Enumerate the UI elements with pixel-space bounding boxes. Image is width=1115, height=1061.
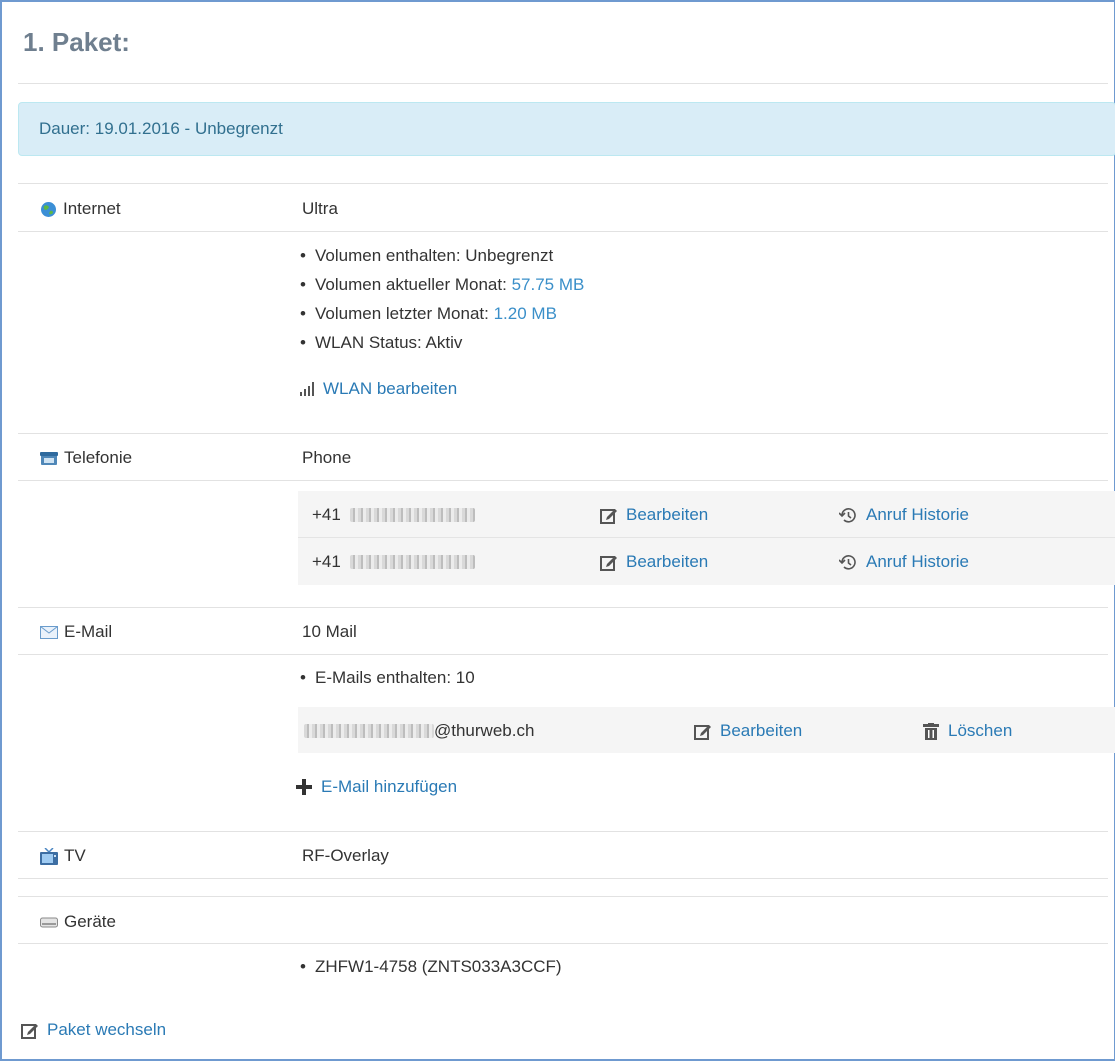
add-email-link[interactable]: E-Mail hinzufügen xyxy=(296,777,457,797)
tv-label: TV xyxy=(40,846,86,866)
globe-icon xyxy=(40,201,57,218)
edit-icon xyxy=(21,1022,38,1039)
list-item: E-Mails enthalten: 10 xyxy=(300,667,475,696)
divider xyxy=(18,231,1108,232)
phone-number: +41 xyxy=(312,505,475,525)
delete-email-button[interactable]: Löschen xyxy=(923,721,1012,741)
telefonie-plan: Phone xyxy=(302,448,352,467)
divider xyxy=(18,480,1108,481)
wlan-edit-link[interactable]: WLAN bearbeiten xyxy=(300,379,457,399)
phone-number: +41 xyxy=(312,552,475,572)
email-accounts-table: @thurweb.ch Bearbeiten Löschen xyxy=(298,707,1115,753)
list-item: Volumen aktueller Monat: 57.75 MB xyxy=(300,274,585,303)
redacted-text xyxy=(349,555,475,569)
geraete-label: Geräte xyxy=(40,912,116,932)
internet-label-text: Internet xyxy=(63,199,121,218)
page-title: 1. Paket: xyxy=(23,27,130,57)
change-package-link[interactable]: Paket wechseln xyxy=(21,1020,166,1040)
divider xyxy=(18,878,1108,879)
volume-last-value: 1.20 MB xyxy=(493,304,557,323)
device-icon xyxy=(40,916,58,928)
envelope-icon xyxy=(40,625,58,639)
edit-icon xyxy=(694,723,711,740)
edit-number-button[interactable]: Bearbeiten xyxy=(600,552,708,572)
device-list: ZHFW1-4758 (ZNTS033A3CCF) xyxy=(300,956,562,985)
table-row: +41 Bearbeiten Anruf Historie xyxy=(298,491,1115,538)
redacted-text xyxy=(304,724,434,738)
phone-numbers-table: +41 Bearbeiten Anruf Historie +41 Bearbe… xyxy=(298,491,1115,585)
edit-email-button[interactable]: Bearbeiten xyxy=(694,721,802,741)
divider xyxy=(18,433,1108,434)
call-history-button[interactable]: Anruf Historie xyxy=(839,552,969,572)
history-icon xyxy=(839,554,857,571)
telefonie-label-text: Telefonie xyxy=(64,448,133,467)
volume-current-value: 57.75 MB xyxy=(511,275,585,294)
internet-details-list: Volumen enthalten: Unbegrenzt Volumen ak… xyxy=(300,245,585,361)
table-row: @thurweb.ch Bearbeiten Löschen xyxy=(298,707,1115,754)
email-label-text: E-Mail xyxy=(64,622,113,641)
redacted-text xyxy=(349,508,475,522)
list-item: Volumen letzter Monat: 1.20 MB xyxy=(300,303,584,332)
list-item: ZHFW1-4758 (ZNTS033A3CCF) xyxy=(300,956,562,985)
edit-icon xyxy=(600,554,617,571)
list-item: WLAN Status: Aktiv xyxy=(300,332,584,361)
phone-icon xyxy=(40,451,58,466)
edit-icon xyxy=(600,507,617,524)
internet-label: Internet xyxy=(40,199,121,219)
divider xyxy=(18,654,1108,655)
tv-label-text: TV xyxy=(64,846,86,865)
divider xyxy=(18,943,1108,944)
divider xyxy=(18,831,1108,832)
trash-icon xyxy=(923,722,939,740)
plus-icon xyxy=(296,779,312,795)
telefonie-label: Telefonie xyxy=(40,448,132,468)
call-history-button[interactable]: Anruf Historie xyxy=(839,505,969,525)
email-address: @thurweb.ch xyxy=(304,721,534,741)
tv-plan: RF-Overlay xyxy=(302,846,389,865)
package-panel: 1. Paket: Dauer: 19.01.2016 - Unbegrenzt… xyxy=(0,0,1115,1061)
email-details-list: E-Mails enthalten: 10 xyxy=(300,667,475,696)
tv-icon xyxy=(40,847,58,865)
divider xyxy=(18,83,1108,84)
list-item: Volumen enthalten: Unbegrenzt xyxy=(300,245,584,274)
edit-number-button[interactable]: Bearbeiten xyxy=(600,505,708,525)
duration-alert: Dauer: 19.01.2016 - Unbegrenzt xyxy=(18,102,1115,156)
email-label: E-Mail xyxy=(40,622,112,642)
divider xyxy=(18,896,1108,897)
table-row: +41 Bearbeiten Anruf Historie xyxy=(298,538,1115,585)
divider xyxy=(18,183,1108,184)
history-icon xyxy=(839,507,857,524)
signal-icon xyxy=(300,382,314,396)
email-plan: 10 Mail xyxy=(302,622,357,641)
geraete-label-text: Geräte xyxy=(64,912,116,931)
divider xyxy=(18,607,1108,608)
internet-plan: Ultra xyxy=(302,199,338,218)
